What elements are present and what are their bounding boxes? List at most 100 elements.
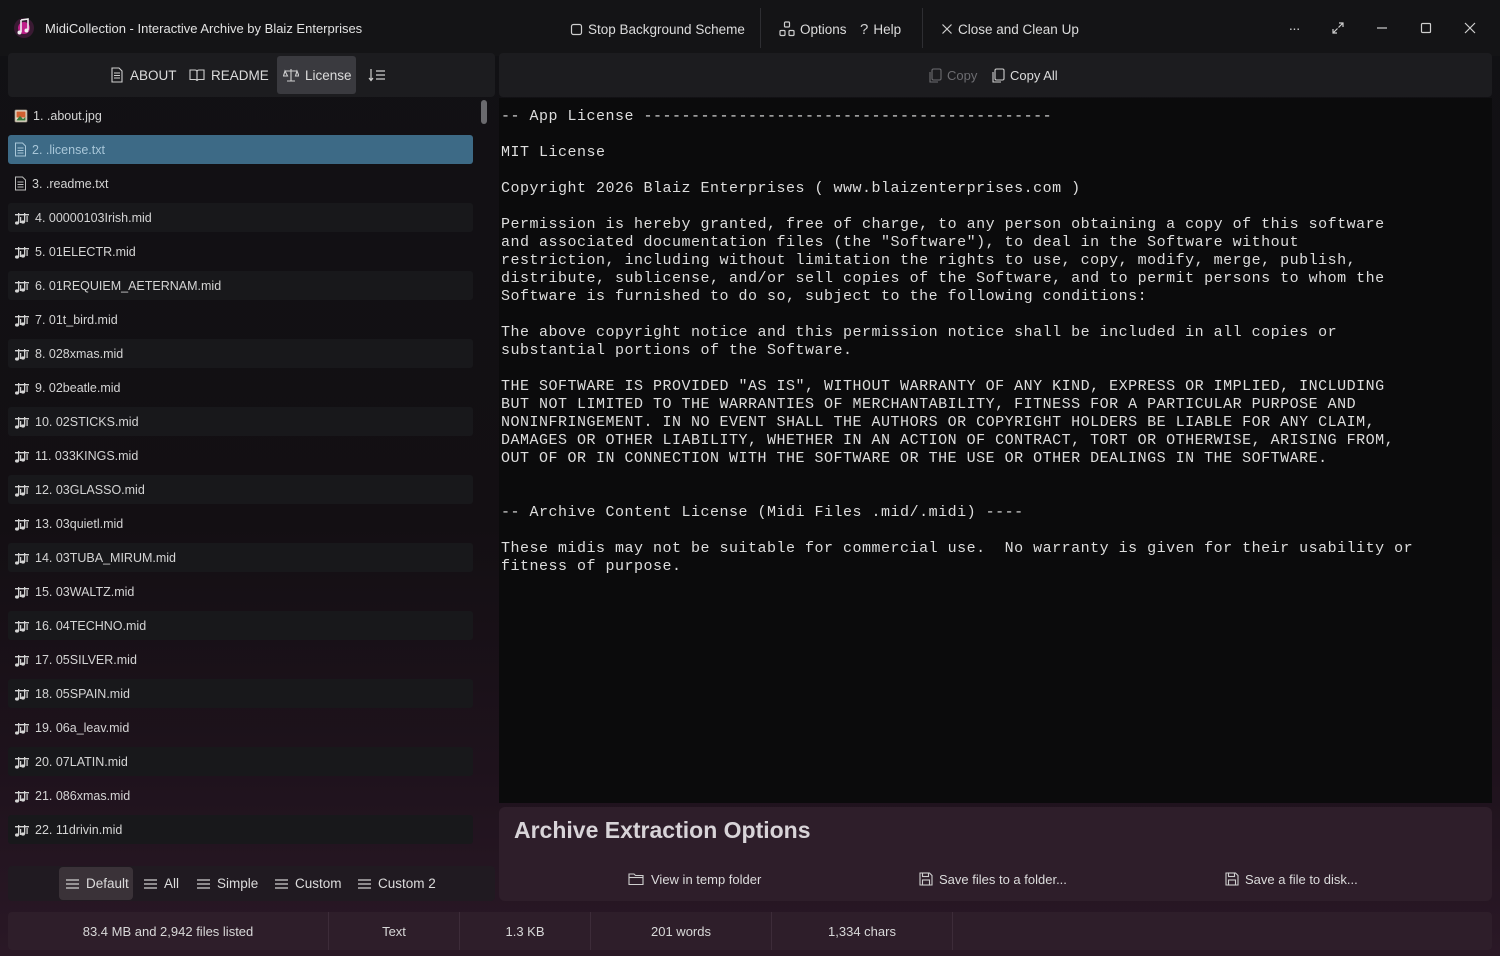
view-default-button[interactable]: Default (59, 867, 133, 900)
expand-icon (1332, 22, 1344, 34)
file-list-item[interactable]: 8. 028xmas.mid (8, 339, 473, 368)
file-name: 14. 03TUBA_MIRUM.mid (35, 550, 177, 565)
close-icon (941, 23, 953, 35)
file-list-item[interactable]: 16. 04TECHNO.mid (8, 611, 473, 640)
file-list-item[interactable]: 1. .about.jpg (8, 101, 473, 130)
file-list-item[interactable]: 18. 05SPAIN.mid (8, 679, 473, 708)
list-icon (357, 878, 372, 890)
file-list-item[interactable]: 20. 07LATIN.mid (8, 747, 473, 776)
music-notes-icon (14, 653, 30, 667)
sort-button[interactable] (362, 56, 392, 94)
view-custom-button[interactable]: Custom (268, 867, 348, 900)
file-list-item[interactable]: 17. 05SILVER.mid (8, 645, 473, 674)
close-icon (1464, 22, 1476, 34)
file-list[interactable]: 1. .about.jpg 2. .license.txt 3. .readme.t… (8, 98, 474, 848)
music-notes-icon (14, 415, 30, 429)
file-name: 12. 03GLASSO.mid (35, 482, 145, 497)
view-all-button[interactable]: All (137, 867, 185, 900)
file-name: 13. 03quietl.mid (35, 516, 124, 531)
file-list-item[interactable]: 4. 00000103Irish.mid (8, 203, 473, 232)
readme-button[interactable]: README (183, 56, 275, 94)
minimize-button[interactable] (1371, 17, 1393, 39)
file-list-item[interactable]: 13. 03quietl.mid (8, 509, 473, 538)
file-list-scrollbar[interactable] (481, 100, 487, 124)
save-icon (919, 872, 933, 886)
folder-icon (628, 872, 645, 886)
file-name: 5. 01ELECTR.mid (35, 244, 136, 259)
file-name: 11. 033KINGS.mid (35, 448, 139, 463)
stop-background-scheme-button[interactable]: Stop Background Scheme (570, 19, 745, 39)
file-name: 4. 00000103Irish.mid (35, 210, 152, 225)
license-button[interactable]: License (277, 56, 356, 94)
file-list-item[interactable]: 12. 03GLASSO.mid (8, 475, 473, 504)
about-button[interactable]: ABOUT (104, 56, 183, 94)
titlebar-divider (760, 8, 761, 48)
list-icon (274, 878, 289, 890)
status-word-count: 201 words (651, 923, 711, 939)
text-file-icon (14, 176, 27, 191)
file-name: 20. 07LATIN.mid (35, 754, 128, 769)
file-name: 16. 04TECHNO.mid (35, 618, 147, 633)
copy-button[interactable]: Copy (929, 65, 977, 85)
text-viewer[interactable]: -- App License -------------------------… (499, 98, 1492, 803)
music-notes-icon (14, 211, 30, 225)
file-name: 21. 086xmas.mid (35, 788, 131, 803)
music-notes-icon (14, 823, 30, 837)
more-options-button[interactable]: ··· (1283, 17, 1305, 39)
music-notes-icon (14, 313, 30, 327)
file-list-item[interactable]: 21. 086xmas.mid (8, 781, 473, 810)
file-name: 2. .license.txt (32, 142, 105, 157)
music-notes-icon (14, 619, 30, 633)
status-file-type: Text (382, 923, 406, 939)
file-name: 3. .readme.txt (32, 176, 109, 191)
status-char-count: 1,334 chars (828, 923, 896, 939)
file-list-item[interactable]: 6. 01REQUIEM_AETERNAM.mid (8, 271, 473, 300)
list-icon (143, 878, 158, 890)
list-icon (196, 878, 211, 890)
minimize-icon (1376, 22, 1388, 34)
titlebar-divider (922, 8, 923, 48)
music-notes-icon (14, 449, 30, 463)
file-list-item[interactable]: 14. 03TUBA_MIRUM.mid (8, 543, 473, 572)
sort-icon (368, 68, 386, 82)
file-list-item[interactable]: 11. 033KINGS.mid (8, 441, 473, 470)
file-name: 22. 11drivin.mid (35, 822, 123, 837)
view-custom-2-button[interactable]: Custom 2 (351, 867, 442, 900)
copy-icon (929, 67, 942, 83)
file-list-item[interactable]: 5. 01ELECTR.mid (8, 237, 473, 266)
file-list-item[interactable]: 15. 03WALTZ.mid (8, 577, 473, 606)
file-name: 15. 03WALTZ.mid (35, 584, 135, 599)
file-name: 7. 01t_bird.mid (35, 312, 118, 327)
music-notes-icon (14, 245, 30, 259)
document-icon (110, 67, 124, 83)
view-simple-button[interactable]: Simple (190, 867, 264, 900)
file-list-item[interactable]: 9. 02beatle.mid (8, 373, 473, 402)
file-list-item[interactable]: 10. 02STICKS.mid (8, 407, 473, 436)
save-files-to-folder-button[interactable]: Save files to a folder... (919, 869, 1067, 889)
view-mode-bar: Default All Simple Custom Custom 2 (8, 866, 495, 901)
status-file-size: 1.3 KB (505, 923, 545, 939)
help-button[interactable]: ? Help (860, 19, 901, 39)
view-in-temp-folder-button[interactable]: View in temp folder (628, 869, 761, 889)
license-text: -- App License -------------------------… (501, 108, 1414, 575)
save-file-to-disk-button[interactable]: Save a file to disk... (1225, 869, 1358, 889)
copy-all-button[interactable]: Copy All (992, 65, 1058, 85)
maximize-icon (1420, 22, 1432, 34)
close-and-clean-up-button[interactable]: Close and Clean Up (941, 19, 1079, 39)
file-list-item[interactable]: 19. 06a_leav.mid (8, 713, 473, 742)
close-window-button[interactable] (1459, 17, 1481, 39)
options-button[interactable]: Options (779, 19, 847, 39)
music-notes-icon (14, 721, 30, 735)
music-notes-icon (14, 347, 30, 361)
file-list-item[interactable]: 7. 01t_bird.mid (8, 305, 473, 334)
music-notes-icon (14, 517, 30, 531)
fullscreen-button[interactable] (1327, 17, 1349, 39)
music-notes-icon (14, 755, 30, 769)
file-name: 10. 02STICKS.mid (35, 414, 139, 429)
file-list-item[interactable]: 2. .license.txt (8, 135, 473, 164)
file-list-item[interactable]: 3. .readme.txt (8, 169, 473, 198)
file-list-item[interactable]: 22. 11drivin.mid (8, 815, 473, 844)
scales-icon (283, 68, 299, 82)
music-notes-icon (14, 381, 30, 395)
maximize-button[interactable] (1415, 17, 1437, 39)
